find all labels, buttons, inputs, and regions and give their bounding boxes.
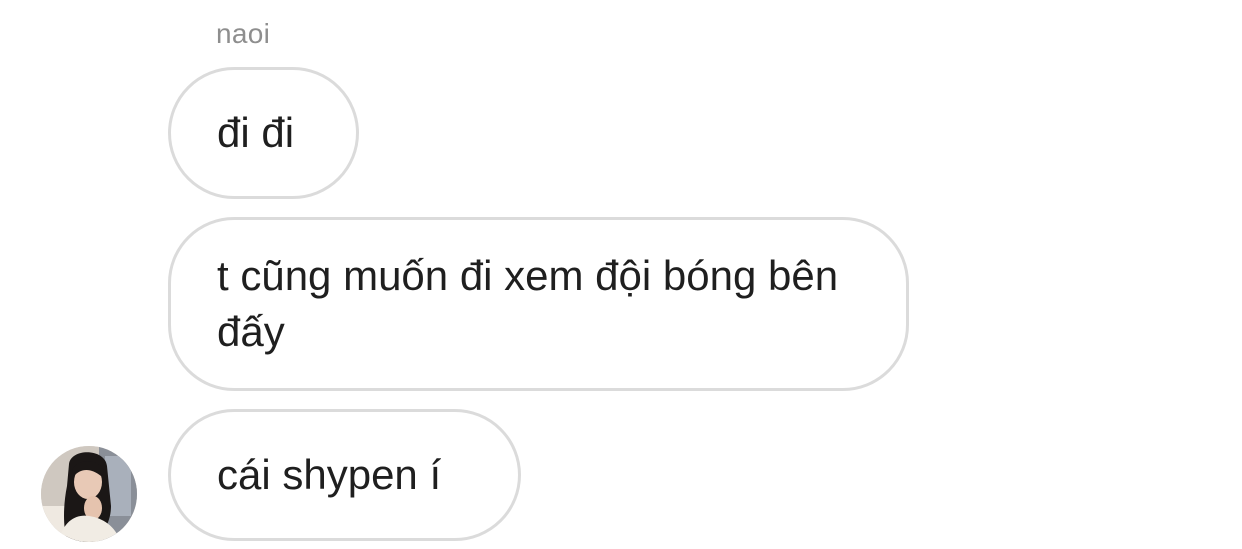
message-text: đi đi — [217, 109, 295, 156]
message-bubble[interactable]: cái shypen í — [168, 409, 521, 541]
message-text: t cũng muốn đi xem đội bóng bên đấy — [217, 252, 839, 355]
profile-photo-icon — [41, 446, 137, 542]
sender-avatar[interactable] — [41, 446, 137, 542]
chat-thread: naoi đi đi t cũng muốn đi xem đội bóng b… — [0, 0, 1242, 549]
sender-name: naoi — [216, 18, 271, 49]
message-bubble[interactable]: t cũng muốn đi xem đội bóng bên đấy — [168, 217, 909, 391]
message-bubble[interactable]: đi đi — [168, 67, 359, 199]
message-text: cái shypen í — [217, 451, 442, 498]
